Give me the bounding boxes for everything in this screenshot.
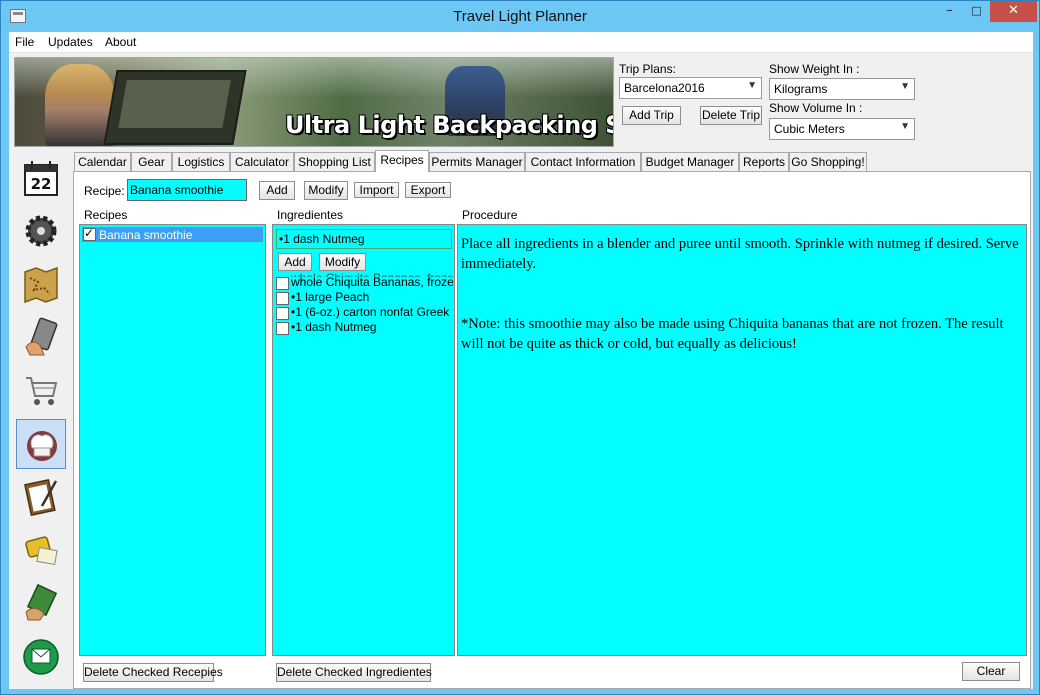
volume-unit-select[interactable]: Cubic Meters ▼: [769, 118, 915, 140]
ingredient-edit-field[interactable]: •1 dash Nutmeg: [276, 229, 452, 249]
gear-module-button[interactable]: [16, 207, 66, 257]
ingredient-edit-value: •1 dash Nutmeg: [279, 232, 365, 246]
tab-reports[interactable]: Reports: [739, 152, 789, 172]
recipe-checkbox[interactable]: [83, 226, 96, 241]
calculator-module-button[interactable]: [16, 313, 66, 363]
volume-unit-value: Cubic Meters: [774, 122, 845, 136]
ingredients-list[interactable]: •1 dash Nutmeg Add Modify whole Chiquita…: [272, 224, 455, 656]
logistics-module-button[interactable]: [16, 260, 66, 310]
clear-procedure-button[interactable]: Clear: [962, 662, 1020, 681]
tab-shopping-list[interactable]: Shopping List: [294, 152, 375, 172]
ingredient-checkbox[interactable]: [276, 277, 289, 290]
calendar-module-button[interactable]: 22: [16, 154, 66, 204]
trip-plans-label: Trip Plans:: [619, 62, 676, 76]
recipes-chef-hat-icon: [27, 431, 57, 461]
add-ingredient-button[interactable]: Add: [278, 253, 312, 271]
weight-unit-select[interactable]: Kilograms ▼: [769, 78, 915, 100]
add-recipe-button[interactable]: Add: [259, 181, 295, 200]
list-item[interactable]: •1 dash Nutmeg: [291, 320, 453, 336]
procedure-text-area[interactable]: Place all ingredients in a blender and p…: [457, 224, 1027, 656]
banner-image: Ultra Light Backpacking Software: [14, 57, 614, 147]
map-icon: [24, 266, 58, 304]
minimize-button[interactable]: –: [936, 1, 963, 22]
menu-about[interactable]: About: [105, 35, 136, 49]
money-budget-icon: [25, 583, 58, 621]
calendar-icon: 22: [24, 161, 58, 196]
import-recipe-button[interactable]: Import: [354, 182, 399, 198]
recipes-group-label: Recipes: [84, 208, 128, 222]
delete-trip-button[interactable]: Delete Trip: [700, 106, 762, 125]
menu-updates[interactable]: Updates: [48, 35, 93, 49]
delete-checked-recipes-button[interactable]: Delete Checked Recepies: [83, 663, 223, 682]
list-item-partial: whole Chiquita Bananas, frozen: [291, 271, 453, 277]
module-icon-bar: 22: [9, 150, 73, 689]
ingredient-checkbox[interactable]: [276, 307, 289, 320]
maximize-button[interactable]: □: [963, 1, 990, 22]
recipes-list[interactable]: Banana smoothie: [79, 224, 266, 656]
gear-icon: [25, 215, 57, 247]
shopping-cart-icon: [26, 377, 58, 405]
trip-plans-select[interactable]: Barcelona2016 ▼: [619, 77, 762, 99]
tab-strip: Calendar Gear Logistics Calculator Shopp…: [73, 150, 1033, 172]
modify-recipe-button[interactable]: Modify: [304, 181, 348, 200]
calendar-day: 22: [31, 175, 52, 193]
trip-plans-value: Barcelona2016: [624, 81, 705, 95]
menu-file[interactable]: File: [15, 35, 34, 49]
window-title: Travel Light Planner: [453, 8, 587, 25]
tab-permits-manager[interactable]: Permits Manager: [429, 152, 525, 172]
tab-gear[interactable]: Gear: [131, 152, 172, 172]
banner-text: Ultra Light Backpacking Software: [285, 111, 613, 139]
recipe-label: Recipe:: [84, 184, 125, 198]
procedure-group-label: Procedure: [462, 208, 518, 222]
recipes-tab-panel: Recipe: Banana smoothie Add Modify Impor…: [73, 171, 1031, 689]
list-item[interactable]: Banana smoothie: [99, 228, 192, 244]
list-item[interactable]: •1 (6-oz.) carton nonfat Greek y: [291, 305, 453, 321]
tab-calculator[interactable]: Calculator: [230, 152, 294, 172]
calculator-icon: [25, 317, 58, 356]
show-volume-label: Show Volume In :: [769, 101, 863, 115]
modify-ingredient-button[interactable]: Modify: [319, 253, 366, 271]
permits-module-button[interactable]: [16, 472, 66, 522]
contacts-module-button[interactable]: [16, 525, 66, 575]
ingredient-checkbox[interactable]: [276, 292, 289, 305]
weight-unit-value: Kilograms: [774, 82, 828, 96]
tab-go-shopping[interactable]: Go Shopping!: [789, 152, 867, 172]
budget-module-button[interactable]: [16, 578, 66, 628]
delete-checked-ingredients-button[interactable]: Delete Checked Ingredientes: [276, 663, 432, 682]
show-weight-label: Show Weight In :: [769, 62, 860, 76]
recipes-module-button[interactable]: [16, 419, 66, 469]
chevron-down-icon: ▼: [900, 121, 910, 132]
tab-budget-manager[interactable]: Budget Manager: [641, 152, 739, 172]
tab-calendar[interactable]: Calendar: [74, 152, 131, 172]
tab-logistics[interactable]: Logistics: [172, 152, 230, 172]
contact-phone-icon: [25, 536, 58, 566]
close-button[interactable]: ✕: [990, 1, 1037, 22]
tab-recipes[interactable]: Recipes: [375, 150, 429, 172]
menu-bar: File Updates About: [9, 32, 1033, 53]
export-recipe-button[interactable]: Export: [405, 182, 451, 198]
list-item[interactable]: •1 large Peach: [291, 290, 453, 306]
add-trip-button[interactable]: Add Trip: [622, 106, 681, 125]
tab-contact-information[interactable]: Contact Information: [525, 152, 641, 172]
chevron-down-icon: ▼: [900, 81, 910, 92]
ingredients-group-label: Ingredientes: [277, 208, 344, 222]
app-window: Travel Light Planner – □ ✕ File Updates …: [0, 0, 1040, 695]
email-icon: [23, 639, 59, 675]
clipboard-permits-icon: [24, 478, 58, 516]
recipe-name-field[interactable]: Banana smoothie: [127, 179, 247, 201]
banner-laptop-figure: [103, 70, 247, 145]
email-module-button[interactable]: [16, 631, 66, 681]
shopping-list-module-button[interactable]: [16, 366, 66, 416]
ingredient-checkbox[interactable]: [276, 322, 289, 335]
list-item[interactable]: whole Chiquita Bananas, frozen: [291, 275, 453, 291]
chevron-down-icon: ▼: [747, 80, 757, 91]
title-bar[interactable]: Travel Light Planner – □ ✕: [1, 1, 1039, 32]
client-area: File Updates About Ultra Light Backpacki…: [9, 32, 1033, 689]
